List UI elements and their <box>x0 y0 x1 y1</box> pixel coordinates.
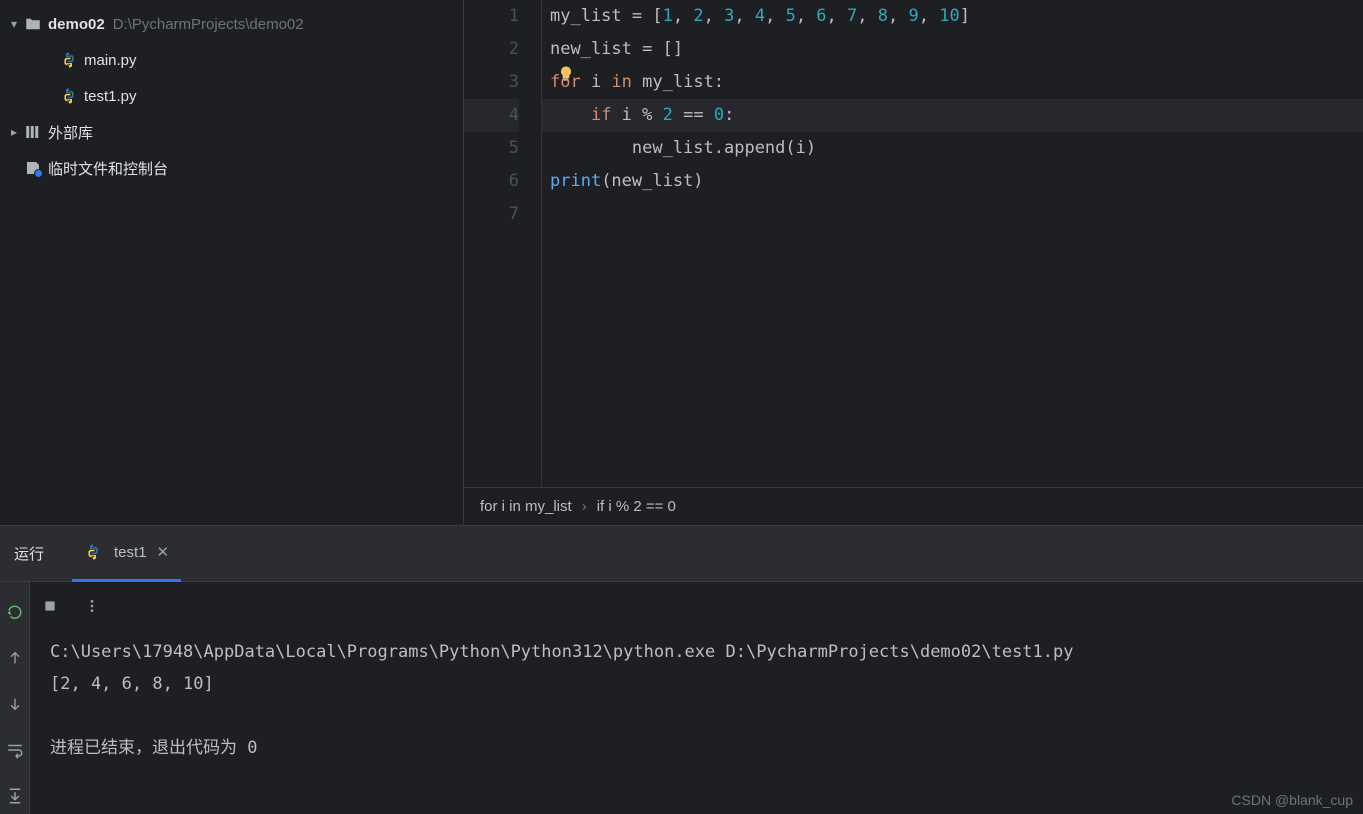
breadcrumb-separator: › <box>572 498 597 515</box>
output-exit: 进程已结束，退出代码为 0 <box>50 732 1343 764</box>
file-main-py[interactable]: main.py <box>0 42 463 78</box>
run-panel: 运行 test1 ✕ <box>0 525 1363 814</box>
run-tool-label[interactable]: 运行 <box>6 543 52 564</box>
output-command: C:\Users\17948\AppData\Local\Programs\Py… <box>50 636 1343 668</box>
gutter-line[interactable]: 2 <box>464 33 519 66</box>
stop-button[interactable] <box>38 594 62 618</box>
python-file-icon <box>84 543 102 561</box>
scratches-label: 临时文件和控制台 <box>48 158 168 179</box>
run-output[interactable]: C:\Users\17948\AppData\Local\Programs\Py… <box>30 630 1363 814</box>
breadcrumb-item[interactable]: if i % 2 == 0 <box>597 498 676 515</box>
up-arrow-icon[interactable] <box>5 648 25 668</box>
run-tabs-bar: 运行 test1 ✕ <box>0 526 1363 582</box>
line-gutter[interactable]: 1234567 <box>464 0 542 487</box>
watermark: CSDN @blank_cup <box>1231 792 1353 808</box>
project-path: D:\PycharmProjects\demo02 <box>113 16 304 33</box>
close-icon[interactable]: ✕ <box>157 543 170 561</box>
chevron-down-icon: ▾ <box>4 17 24 31</box>
run-tab-label: test1 <box>114 544 147 561</box>
python-file-icon <box>60 51 78 69</box>
folder-icon <box>24 15 42 33</box>
file-label: test1.py <box>84 88 137 105</box>
code-line[interactable] <box>542 198 1363 231</box>
code-line[interactable]: print(new_list) <box>542 165 1363 198</box>
code-line[interactable]: new_list = [] <box>542 33 1363 66</box>
file-test1-py[interactable]: test1.py <box>0 78 463 114</box>
output-result: [2, 4, 6, 8, 10] <box>50 668 1343 700</box>
gutter-line[interactable]: 4 <box>464 99 519 132</box>
project-sidebar: ▾ demo02 D:\PycharmProjects\demo02 main.… <box>0 0 464 525</box>
run-tab[interactable]: test1 ✕ <box>72 526 181 582</box>
intention-bulb-icon[interactable] <box>556 64 576 84</box>
chevron-right-icon: ▸ <box>4 125 24 139</box>
code-line[interactable]: my_list = [1, 2, 3, 4, 5, 6, 7, 8, 9, 10… <box>542 0 1363 33</box>
gutter-line[interactable]: 6 <box>464 165 519 198</box>
more-options-icon[interactable] <box>80 594 104 618</box>
gutter-line[interactable]: 3 <box>464 66 519 99</box>
gutter-line[interactable]: 5 <box>464 132 519 165</box>
project-root[interactable]: ▾ demo02 D:\PycharmProjects\demo02 <box>0 6 463 42</box>
code-line[interactable]: for i in my_list: <box>542 66 1363 99</box>
down-arrow-icon[interactable] <box>5 694 25 714</box>
rerun-button[interactable] <box>5 602 25 622</box>
code-line[interactable]: new_list.append(i) <box>542 132 1363 165</box>
code-line[interactable]: if i % 2 == 0: <box>542 99 1363 132</box>
run-toolbar <box>30 582 1363 630</box>
breadcrumb-item[interactable]: for i in my_list <box>480 498 572 515</box>
file-label: main.py <box>84 52 137 69</box>
external-libraries[interactable]: ▸ 外部库 <box>0 114 463 150</box>
gutter-line[interactable]: 1 <box>464 0 519 33</box>
scratches-consoles[interactable]: ▸ 临时文件和控制台 <box>0 150 463 186</box>
run-gutter <box>0 582 30 814</box>
external-libs-label: 外部库 <box>48 122 93 143</box>
soft-wrap-icon[interactable] <box>5 740 25 760</box>
code-editor[interactable]: my_list = [1, 2, 3, 4, 5, 6, 7, 8, 9, 10… <box>542 0 1363 487</box>
scratch-icon <box>24 159 42 177</box>
python-file-icon <box>60 87 78 105</box>
library-icon <box>24 123 42 141</box>
scroll-to-end-icon[interactable] <box>5 786 25 806</box>
breadcrumb[interactable]: for i in my_list › if i % 2 == 0 <box>464 487 1363 525</box>
gutter-line[interactable]: 7 <box>464 198 519 231</box>
project-name: demo02 <box>48 16 105 33</box>
editor-area: 1234567 my_list = [1, 2, 3, 4, 5, 6, 7, … <box>464 0 1363 525</box>
